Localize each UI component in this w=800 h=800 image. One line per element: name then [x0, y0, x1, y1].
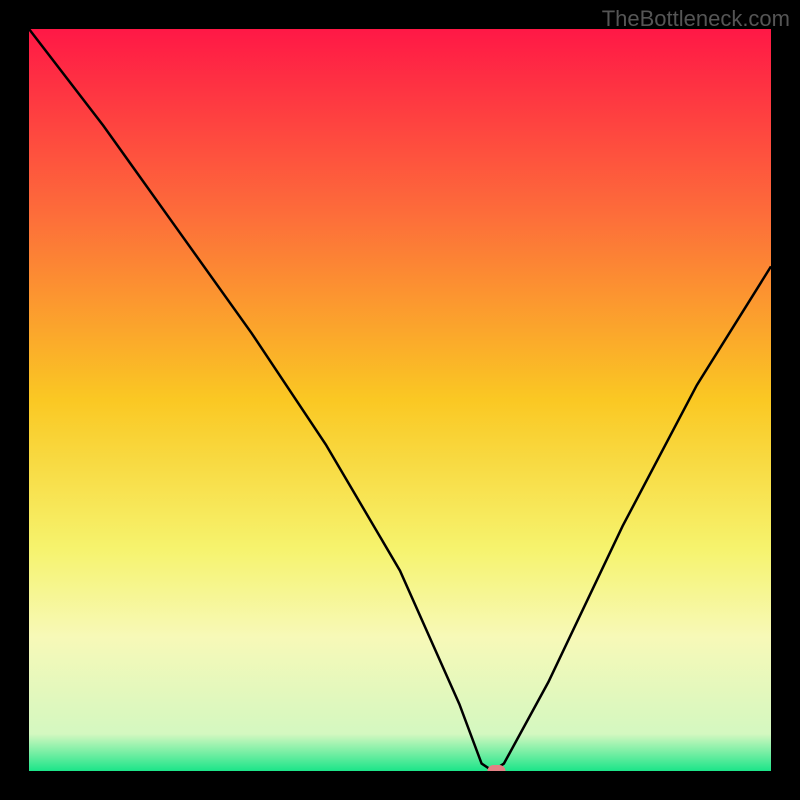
baseline	[29, 771, 771, 800]
chart-background	[29, 29, 771, 771]
watermark-text: TheBottleneck.com	[602, 6, 790, 32]
bottleneck-chart	[0, 0, 800, 800]
